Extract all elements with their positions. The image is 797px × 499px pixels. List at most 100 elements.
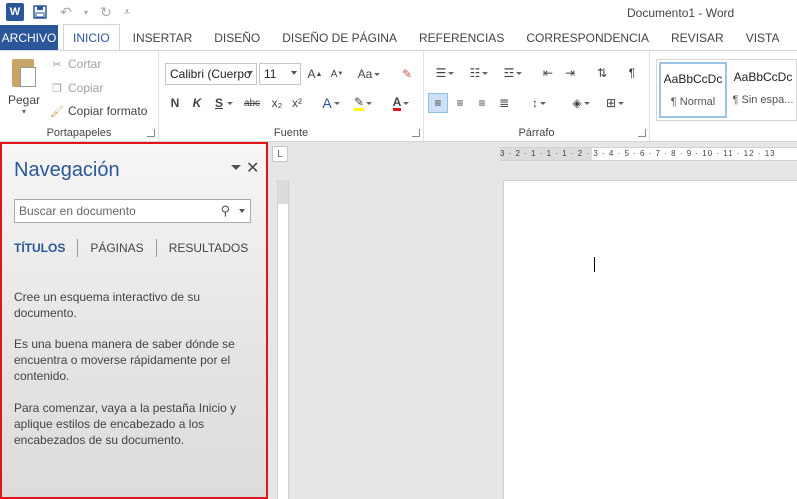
superscript-button[interactable]: x² [287, 93, 307, 113]
search-icon[interactable]: ⚲ [220, 203, 230, 219]
search-placeholder: Buscar en documento [19, 204, 136, 218]
tab-mailings[interactable]: CORRESPONDENCIA [517, 25, 658, 50]
window-title: Documento1 - Word [627, 6, 735, 20]
multilevel-list-button[interactable]: ☲ [498, 63, 528, 83]
font-color-button[interactable]: A [387, 93, 415, 113]
tab-design[interactable]: DISEÑO [205, 25, 269, 50]
navigation-hint-1: Cree un esquema interactivo de su docume… [14, 290, 201, 320]
ribbon-tabs: ARCHIVO INICIO INSERTAR DISEÑO DISEÑO DE… [0, 24, 797, 50]
paragraph-group-label: Párrafo [518, 127, 555, 139]
navigation-tabs: TÍTULOS PÁGINAS RESULTADOS [14, 239, 248, 257]
font-name-value: Calibri (Cuerpo [170, 67, 251, 81]
navigation-title: Navegación [14, 159, 120, 181]
title-bar: W ↶ ▾ ↻ ⩡ Documento1 - Word [0, 0, 797, 25]
search-dropdown-icon[interactable] [239, 209, 245, 213]
tab-pages[interactable]: PÁGINAS [90, 241, 143, 255]
tab-headings[interactable]: TÍTULOS [14, 241, 65, 255]
font-name-select[interactable]: Calibri (Cuerpo [165, 63, 257, 85]
paste-label: Pegar [7, 93, 41, 107]
font-launcher-icon[interactable] [412, 129, 420, 137]
word-app-icon[interactable]: W [6, 3, 24, 21]
tab-layout[interactable]: DISEÑO DE PÁGINA [273, 25, 406, 50]
style-normal-sample: AaBbCcDc [663, 72, 723, 86]
grow-font-button[interactable]: A ▲ [305, 64, 325, 84]
strikethrough-button[interactable]: abc [239, 93, 265, 113]
save-icon[interactable] [30, 3, 50, 21]
clear-formatting-icon[interactable]: ✎ [397, 64, 417, 84]
increase-indent-icon[interactable]: ⇥ [560, 63, 580, 83]
highlight-color-button[interactable]: ✎ [349, 93, 377, 113]
redo-icon[interactable]: ↻ [96, 3, 116, 21]
copy-button[interactable]: ❐ Copiar [50, 81, 103, 95]
navigation-pane: Navegación ✕ Buscar en documento ⚲ TÍTUL… [0, 142, 268, 499]
tab-selector-icon[interactable]: L [272, 146, 288, 162]
quick-access-toolbar: W ↶ ▾ ↻ ⩡ [6, 3, 132, 21]
decrease-indent-icon[interactable]: ⇤ [538, 63, 558, 83]
paste-button[interactable]: Pegar ▾ [6, 57, 42, 116]
tab-divider [77, 239, 79, 257]
close-icon[interactable]: ✕ [246, 158, 259, 178]
sort-icon[interactable]: ⇅ [592, 63, 612, 83]
paragraph-group: ☰ ☷ ☲ ⇤ ⇥ ⇅ ¶ ≡ ≡ ≡ ≣ ↕ ◈ ⊞ Párrafo [424, 51, 650, 141]
tab-references[interactable]: REFERENCIAS [410, 25, 513, 50]
shrink-font-button[interactable]: A ▼ [327, 64, 347, 84]
undo-dropdown-icon[interactable]: ▾ [82, 3, 90, 21]
format-painter-icon: 🖌 [50, 105, 64, 118]
paste-icon [10, 57, 38, 89]
tab-results[interactable]: RESULTADOS [169, 241, 249, 255]
vertical-ruler [277, 180, 289, 499]
justify-icon[interactable]: ≣ [494, 93, 514, 113]
borders-button[interactable]: ⊞ [600, 93, 630, 113]
tab-insert[interactable]: INSERTAR [124, 25, 202, 50]
style-normal-label: ¶ Normal [670, 96, 716, 108]
horizontal-ruler: 3 · 2 · 1 · 1 · 1 · 2 · 3 · 4 · 5 · 6 · … [500, 147, 797, 161]
line-spacing-button[interactable]: ↕ [524, 93, 554, 113]
format-painter-button[interactable]: 🖌 Copiar formato [50, 104, 147, 118]
align-right-icon[interactable]: ≡ [472, 93, 492, 113]
document-page[interactable] [503, 180, 797, 499]
font-group: Calibri (Cuerpo 11 A ▲ A ▼ Aa ✎ N K S abc … [159, 51, 424, 141]
navigation-hint-3: Para comenzar, vaya a la pestaña Inicio … [14, 401, 237, 447]
customize-icon[interactable]: ⩡ [122, 3, 132, 21]
cut-button[interactable]: ✂ Cortar [50, 57, 101, 71]
tab-home[interactable]: INICIO [63, 24, 120, 50]
tab-divider [155, 239, 157, 257]
document-area: L 3 · 2 · 1 · 1 · 1 · 2 · 3 · 4 · 5 · 6 … [268, 142, 797, 499]
bullets-button[interactable]: ☰ [430, 63, 460, 83]
italic-button[interactable]: K [187, 93, 207, 113]
align-center-icon[interactable]: ≡ [450, 93, 470, 113]
paragraph-launcher-icon[interactable] [638, 129, 646, 137]
show-formatting-icon[interactable]: ¶ [622, 63, 642, 83]
underline-dropdown-icon[interactable] [225, 93, 233, 113]
undo-icon[interactable]: ↶ [56, 3, 76, 21]
change-case-button[interactable]: Aa [355, 64, 383, 84]
copy-icon: ❐ [52, 82, 62, 95]
font-size-select[interactable]: 11 [259, 63, 301, 85]
numbering-button[interactable]: ☷ [464, 63, 494, 83]
style-no-spacing[interactable]: AaBbCcDc ¶ Sin espa... [729, 62, 797, 118]
clipboard-group: Pegar ▾ ✂ Cortar ❐ Copiar 🖌 Copiar forma… [0, 51, 159, 141]
ruler-numbers: 3 · 2 · 1 · 1 · 1 · 2 · 3 · 4 · 5 · 6 · … [500, 149, 776, 158]
style-no-spacing-sample: AaBbCcDc [733, 70, 793, 84]
format-painter-label: Copiar formato [68, 104, 148, 118]
text-cursor [594, 257, 595, 272]
text-effects-button[interactable]: A [317, 93, 345, 113]
search-input[interactable]: Buscar en documento ⚲ [14, 199, 251, 223]
ribbon: Pegar ▾ ✂ Cortar ❐ Copiar 🖌 Copiar forma… [0, 50, 797, 142]
tab-view[interactable]: VISTA [737, 25, 789, 50]
clipboard-group-label: Portapapeles [46, 127, 112, 139]
shading-button[interactable]: ◈ [566, 93, 596, 113]
font-group-label: Fuente [273, 127, 309, 139]
copy-label: Copiar [68, 81, 104, 95]
bold-button[interactable]: N [165, 93, 185, 113]
style-normal[interactable]: AaBbCcDc ¶ Normal [659, 62, 727, 118]
navigation-hint-2: Es una buena manera de saber dónde se en… [14, 337, 235, 383]
subscript-button[interactable]: x₂ [267, 93, 287, 113]
align-left-icon[interactable]: ≡ [428, 93, 448, 113]
clipboard-launcher-icon[interactable] [147, 129, 155, 137]
tab-review[interactable]: REVISAR [662, 25, 733, 50]
pane-options-icon[interactable] [231, 165, 241, 170]
font-size-value: 11 [264, 67, 277, 81]
style-no-spacing-label: ¶ Sin espa... [732, 94, 794, 106]
tab-file[interactable]: ARCHIVO [0, 25, 58, 50]
